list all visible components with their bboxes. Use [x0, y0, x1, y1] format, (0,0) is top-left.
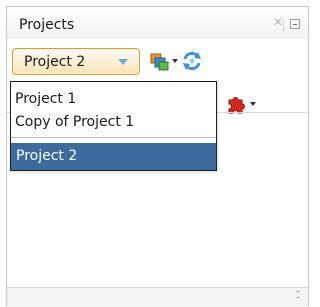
chevron-down-icon[interactable] — [118, 59, 128, 65]
project-selector-value: Project 2 — [24, 54, 86, 70]
panel-header: Projects × — [7, 7, 308, 39]
puzzle-menu-arrow-icon[interactable] — [250, 102, 256, 106]
project-dropdown-list: Project 1 Copy of Project 1 Project 2 — [10, 81, 217, 171]
scroll-up-icon[interactable]: ⌃ ⌃ — [293, 291, 303, 306]
header-divider — [283, 18, 284, 32]
dropdown-divider — [11, 137, 216, 138]
synchronize-icon[interactable] — [180, 49, 204, 73]
minimize-icon[interactable] — [290, 19, 300, 29]
new-project-icon[interactable] — [149, 52, 171, 72]
dropdown-option[interactable]: Project 1 — [11, 88, 216, 110]
dropdown-option[interactable]: Copy of Project 1 — [11, 111, 216, 133]
dropdown-option-selected[interactable]: Project 2 — [11, 143, 216, 170]
new-project-menu-arrow-icon[interactable] — [172, 59, 178, 63]
project-selector-combo[interactable]: Project 2 — [12, 48, 140, 75]
panel-title: Projects — [19, 17, 75, 33]
panel-bottom-bar: ⌃ ⌃ — [7, 287, 308, 307]
projects-panel: Projects × Project 2 Project 1 Copy of P… — [0, 0, 315, 307]
